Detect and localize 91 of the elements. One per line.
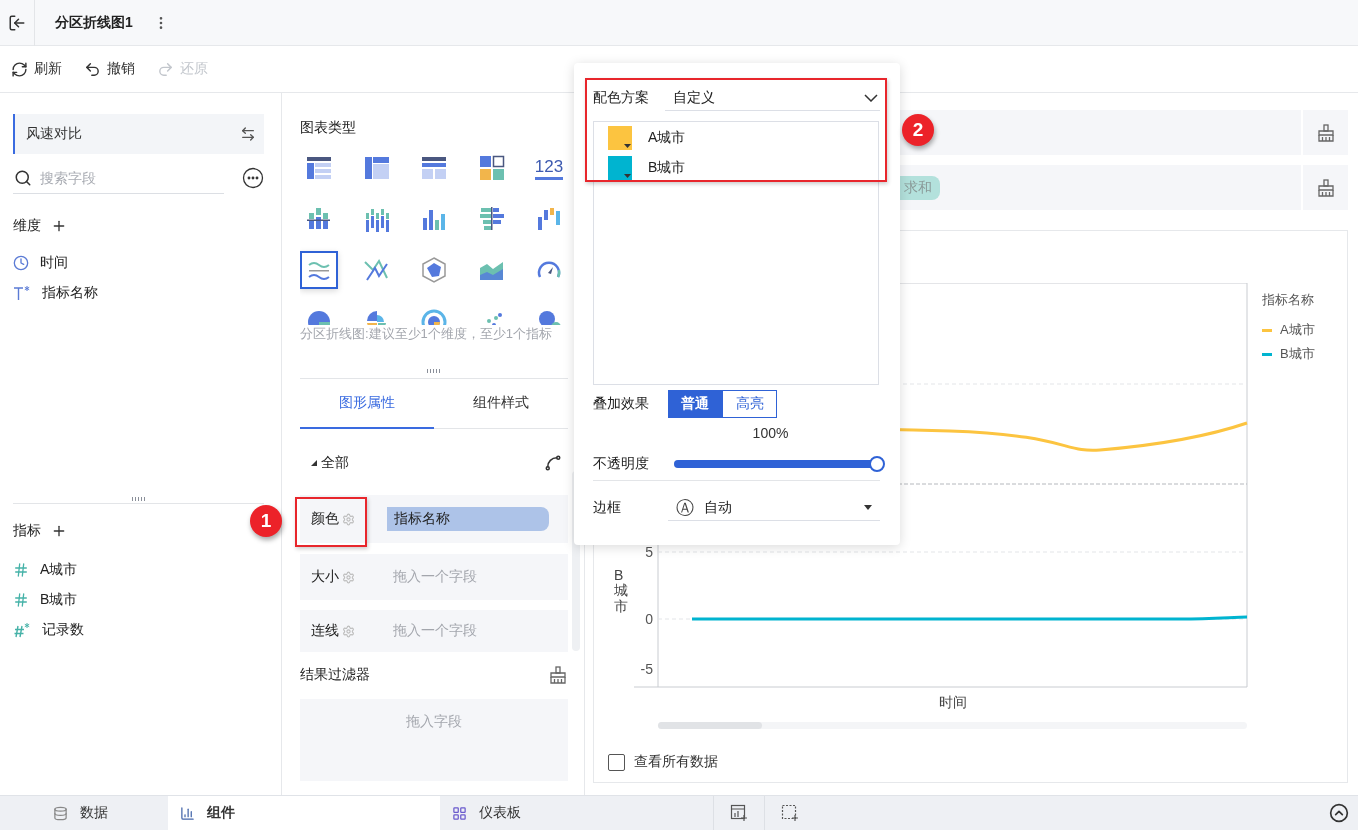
- segment-button[interactable]: 高亮: [722, 390, 777, 418]
- add-icon[interactable]: [51, 523, 67, 539]
- property-tab[interactable]: 图形属性: [300, 379, 434, 429]
- caret-icon: [624, 144, 631, 148]
- add-frame-icon[interactable]: [781, 804, 799, 822]
- clear-button[interactable]: [1303, 110, 1348, 155]
- checkbox[interactable]: [608, 753, 625, 771]
- search-field[interactable]: 搜索字段: [40, 169, 210, 186]
- legend-item[interactable]: B城市: [1262, 345, 1315, 363]
- tick-label: -5: [640, 661, 653, 677]
- search-icon[interactable]: [14, 168, 32, 187]
- property-label: 大小: [311, 568, 339, 586]
- add-icon[interactable]: [51, 218, 67, 234]
- field-chip[interactable]: 指标名称: [387, 507, 549, 531]
- tick-label: 5: [645, 544, 653, 560]
- chart-type-button[interactable]: [300, 251, 338, 289]
- checkbox-label: 查看所有数据: [634, 753, 718, 771]
- radar-chart-icon: [420, 256, 448, 284]
- field-item[interactable]: B城市: [13, 585, 264, 615]
- dataset-selector[interactable]: 风速对比: [13, 114, 264, 154]
- color-swatch[interactable]: [608, 126, 632, 150]
- property-label: 颜色: [311, 510, 339, 528]
- clock-icon: [13, 255, 29, 271]
- toolbar-button[interactable]: 刷新: [11, 60, 62, 78]
- bottom-tab[interactable]: 数据: [0, 796, 168, 830]
- toolbar-button[interactable]: 撤销: [84, 60, 135, 78]
- section-title: 结果过滤器: [300, 666, 370, 684]
- brush-icon[interactable]: [548, 665, 568, 685]
- line-icon[interactable]: [544, 454, 562, 472]
- legend-title: 指标名称: [1262, 291, 1315, 309]
- waterfall-chart-icon: [535, 205, 563, 233]
- drag-handle[interactable]: [426, 369, 442, 373]
- tiles-icon: [477, 154, 506, 182]
- opacity-reading: 100%: [751, 424, 790, 442]
- brush-icon[interactable]: [1315, 122, 1336, 143]
- bar-chart-icon: [180, 805, 195, 821]
- brush-icon[interactable]: [1315, 177, 1336, 198]
- field-label: 配色方案: [593, 89, 650, 107]
- bottom-tab[interactable]: 组件: [168, 796, 440, 830]
- legend-item[interactable]: A城市: [1262, 321, 1315, 339]
- field-item[interactable]: A城市: [13, 555, 264, 585]
- table-icon: [305, 154, 333, 182]
- panel-title: 图表类型: [300, 118, 357, 137]
- hint-text: 分区折线图:建议至少1个维度，至少1个指标: [300, 325, 554, 343]
- hash-icon: [13, 592, 29, 608]
- grid-icon: [452, 805, 467, 821]
- border-select[interactable]: Ⓐ 自动: [668, 495, 880, 521]
- field-label: 边框: [593, 499, 622, 517]
- property-tab[interactable]: 组件样式: [434, 379, 568, 429]
- database-icon: [53, 805, 68, 821]
- clear-button[interactable]: [1303, 165, 1348, 210]
- redo-icon: [157, 60, 174, 78]
- step-badge: 1: [250, 505, 282, 537]
- group-toggle[interactable]: 全部: [311, 454, 349, 472]
- horizontal-bar-icon: [477, 205, 506, 233]
- swap-icon[interactable]: [240, 126, 256, 142]
- tick-label: 0: [645, 611, 653, 627]
- chevron-down-icon: [864, 93, 878, 102]
- highlight-frame: [295, 497, 367, 547]
- add-chart-icon[interactable]: [730, 804, 748, 822]
- slider-thumb[interactable]: [869, 456, 885, 472]
- caret-icon: [624, 174, 631, 178]
- field-item[interactable]: 记录数: [13, 615, 264, 645]
- property-label: 连线: [311, 622, 339, 640]
- axis-title: 时间: [937, 693, 968, 711]
- caret-icon: [864, 505, 872, 510]
- table-icon: [362, 154, 391, 182]
- segment-button[interactable]: 普通: [668, 390, 722, 418]
- field-item[interactable]: 指标名称: [13, 278, 264, 308]
- scheme-select[interactable]: 自定义: [665, 85, 880, 111]
- field-label: 叠加效果: [593, 395, 650, 413]
- undo-icon: [84, 60, 101, 78]
- more-icon[interactable]: [242, 167, 264, 189]
- triangle-icon[interactable]: [311, 460, 317, 466]
- collapse-icon[interactable]: [1329, 803, 1349, 823]
- field-item[interactable]: 时间: [13, 248, 264, 278]
- hash-icon: [13, 562, 29, 578]
- bottom-tab[interactable]: 仪表板: [440, 796, 713, 830]
- exit-icon[interactable]: [8, 13, 26, 32]
- text-field-icon: [13, 285, 31, 301]
- section-title: 指标: [13, 522, 41, 540]
- color-swatch[interactable]: [608, 156, 632, 180]
- field-label: 不透明度: [593, 455, 650, 473]
- report-title: 分区折线图1: [55, 13, 133, 32]
- table-icon: [420, 154, 448, 182]
- hash-icon: [13, 622, 31, 638]
- scrollbar[interactable]: [658, 722, 1247, 729]
- axis-title: B城市: [614, 568, 628, 616]
- section-title: 维度: [13, 217, 41, 235]
- refresh-icon: [11, 60, 28, 78]
- series-label: A城市: [648, 129, 686, 147]
